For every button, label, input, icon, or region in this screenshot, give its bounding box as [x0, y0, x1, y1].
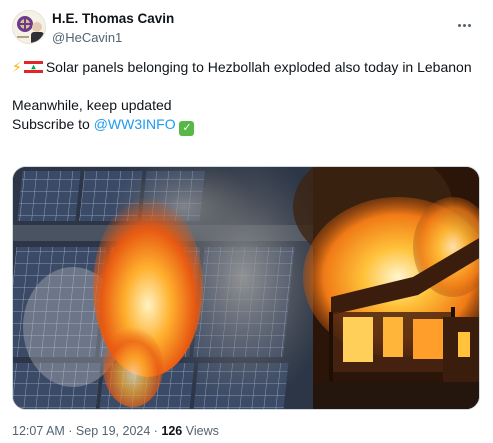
- tweet-line-3: Subscribe to @WW3INFO ✓: [12, 115, 481, 136]
- subscribe-prefix: Subscribe to: [12, 116, 94, 132]
- tweet-metadata: 12:07 AM · Sep 19, 2024 · 126 Views: [12, 424, 219, 439]
- tweet-line-1-text: Solar panels belonging to Hezbollah expl…: [45, 59, 472, 75]
- tweet-header: H.E. Thomas Cavin @HeCavin1: [12, 10, 481, 46]
- lightning-icon: ⚡: [12, 59, 22, 75]
- author-names: H.E. Thomas Cavin @HeCavin1: [52, 11, 174, 46]
- more-options-icon[interactable]: [457, 14, 479, 28]
- views-label: Views: [182, 424, 219, 438]
- tweet-card: H.E. Thomas Cavin @HeCavin1 ⚡ Solar pane…: [0, 0, 493, 443]
- avatar-image: [13, 11, 45, 43]
- views-count: 126: [161, 424, 183, 438]
- avatar[interactable]: [12, 10, 46, 44]
- check-mark-icon: ✓: [179, 121, 195, 136]
- tweet-line-1: ⚡ Solar panels belonging to Hezbollah ex…: [12, 58, 481, 77]
- burning-solar-panels-photo: [13, 167, 479, 409]
- lebanon-flag-icon: [23, 61, 43, 73]
- tweet-text: ⚡ Solar panels belonging to Hezbollah ex…: [12, 58, 481, 136]
- tweet-media-image[interactable]: [12, 166, 480, 410]
- user-handle[interactable]: @HeCavin1: [52, 29, 174, 46]
- timestamp[interactable]: 12:07 AM · Sep 19, 2024 ·: [12, 424, 161, 438]
- mention-link[interactable]: @WW3INFO: [94, 116, 176, 132]
- display-name[interactable]: H.E. Thomas Cavin: [52, 11, 174, 27]
- tweet-line-2: Meanwhile, keep updated: [12, 97, 172, 113]
